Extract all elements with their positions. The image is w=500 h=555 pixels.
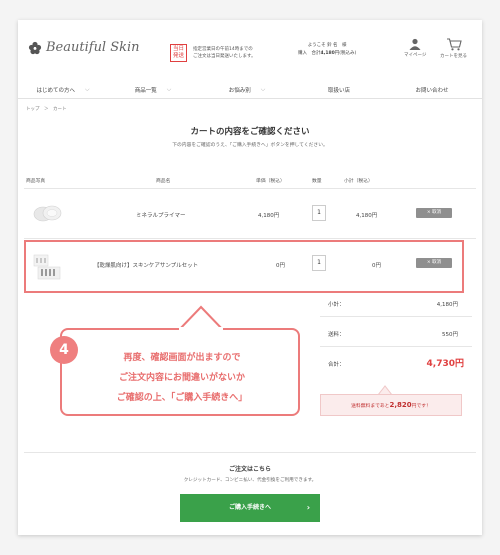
highlight-box	[24, 240, 464, 293]
same-day-line-1: 指定営業日の午前14時までの	[193, 47, 253, 52]
table-row: ミネラルプライマー 4,180円 1 4,180円 × 取消	[24, 192, 476, 236]
unit-price: 4,180円	[258, 213, 280, 219]
col-header-qty: 数量	[312, 179, 322, 184]
welcome-cart-total: 購入 合計4,180円(税込み)	[298, 51, 357, 56]
chevron-down-icon: ⌵	[84, 86, 90, 93]
delete-button[interactable]: × 取消	[416, 208, 452, 218]
nav-label: お悩み別	[228, 88, 251, 94]
order-title: ご注文はこちら	[228, 466, 271, 473]
page-title: カートの内容をご確認ください	[190, 127, 310, 137]
col-header-name: 商品名	[156, 179, 171, 184]
site-logo[interactable]: Beautiful Skin	[28, 40, 140, 55]
chevron-down-icon: ⌵	[260, 86, 266, 93]
nav-item-products[interactable]: 商品一覧 ⌵	[108, 82, 198, 98]
callout-pointer-gap	[179, 327, 223, 331]
col-header-photo: 商品写真	[26, 179, 46, 184]
welcome-suffix: 円(税込み)	[334, 51, 357, 56]
cart-link[interactable]: カートを見る	[440, 38, 467, 59]
free-ship-prefix: 送料無料まであと	[351, 404, 390, 409]
main-nav: はじめての方へ ⌵ 商品一覧 ⌵ お悩み別 ⌵ 取扱い店 お問い合わせ	[18, 82, 482, 99]
shipping-label: 送料：	[328, 332, 345, 338]
instruction-callout: 再度、確認画面が出ますので ご注文内容にお間違いがないか ご確認の上、「ご購入手…	[60, 328, 300, 416]
same-day-badge: 当日 発送	[170, 44, 188, 62]
mypage-link[interactable]: マイページ	[404, 38, 426, 58]
welcome-name: ようこそ 鈴 名 様	[307, 43, 347, 48]
row-subtotal: 4,180円	[356, 213, 378, 219]
shipping-value: 550円	[442, 332, 458, 338]
step-number-badge: 4	[50, 336, 78, 364]
callout-line-3: ご確認の上、「ご購入手続きへ」	[116, 393, 248, 403]
free-shipping-notice: 送料無料まであと2,820円です！	[320, 394, 462, 416]
col-header-price: 単価（税込）	[256, 179, 285, 184]
breadcrumb: トップ ＞ カート	[26, 107, 67, 112]
proceed-to-checkout-button[interactable]: ご購入手続きへ ›	[180, 494, 320, 522]
summary-divider	[320, 346, 472, 347]
subtotal-label: 小計：	[328, 302, 345, 308]
nav-item-beginners[interactable]: はじめての方へ ⌵	[18, 82, 108, 98]
mypage-label: マイページ	[404, 53, 427, 58]
page-subtitle: 下の内容をご確認のうえ、「ご購入手続きへ」ボタンを押してください。	[172, 143, 328, 148]
nav-label: 商品一覧	[134, 88, 157, 94]
same-day-line-2: ご注文は当日発送いたします。	[193, 54, 256, 59]
total-value: 4,730円	[426, 359, 464, 369]
same-day-shipping: 当日 発送 指定営業日の午前14時までの ご注文は当日発送いたします。	[170, 44, 256, 62]
free-ship-amount: 2,820	[389, 401, 412, 409]
product-thumbnail	[33, 205, 62, 222]
badge-line-1: 当日	[173, 46, 185, 52]
cart-icon	[446, 38, 462, 51]
nav-label: はじめての方へ	[36, 88, 75, 94]
nav-label: お問い合わせ	[415, 88, 449, 94]
cart-label: カートを見る	[440, 54, 467, 59]
flower-icon	[28, 41, 42, 54]
person-icon	[409, 38, 421, 50]
total-label: 合計：	[328, 362, 345, 368]
nav-item-concerns[interactable]: お悩み別 ⌵	[198, 82, 296, 98]
callout-line-1: 再度、確認画面が出ますので	[123, 353, 241, 363]
order-subtitle: クレジットカード、コンビニ払い、代金引換をご利用できます。	[183, 478, 317, 483]
nav-label: 取扱い店	[327, 88, 350, 94]
nav-item-contact[interactable]: お問い合わせ	[382, 82, 482, 98]
table-header-divider	[24, 188, 476, 189]
row-divider	[24, 238, 476, 239]
welcome-message: ようこそ 鈴 名 様 購入 合計4,180円(税込み)	[298, 42, 356, 58]
same-day-text: 指定営業日の午前14時までの ご注文は当日発送いたします。	[193, 46, 256, 60]
callout-line-2: ご注文内容にお間違いがないか	[118, 373, 245, 383]
badge-line-2: 発送	[173, 53, 185, 59]
quantity-field[interactable]: 1	[312, 205, 326, 221]
proceed-label: ご購入手続きへ	[228, 504, 271, 511]
col-header-subtotal: 小計（税込）	[344, 179, 373, 184]
summary-divider	[320, 316, 472, 317]
section-divider	[24, 452, 476, 453]
chevron-right-icon: ›	[306, 503, 310, 512]
page-card: Beautiful Skin 当日 発送 指定営業日の午前14時までの ご注文は…	[18, 20, 482, 535]
nav-item-stores[interactable]: 取扱い店	[296, 82, 382, 98]
welcome-amount: 4,180	[320, 51, 335, 56]
logo-text: Beautiful Skin	[46, 40, 140, 55]
chevron-down-icon: ⌵	[166, 86, 172, 93]
product-name[interactable]: ミネラルプライマー	[136, 211, 186, 219]
subtotal-value: 4,180円	[436, 302, 458, 308]
site-header: Beautiful Skin 当日 発送 指定営業日の午前14時までの ご注文は…	[18, 20, 482, 76]
welcome-prefix: 購入	[298, 51, 307, 56]
free-ship-suffix: 円です！	[411, 404, 431, 409]
